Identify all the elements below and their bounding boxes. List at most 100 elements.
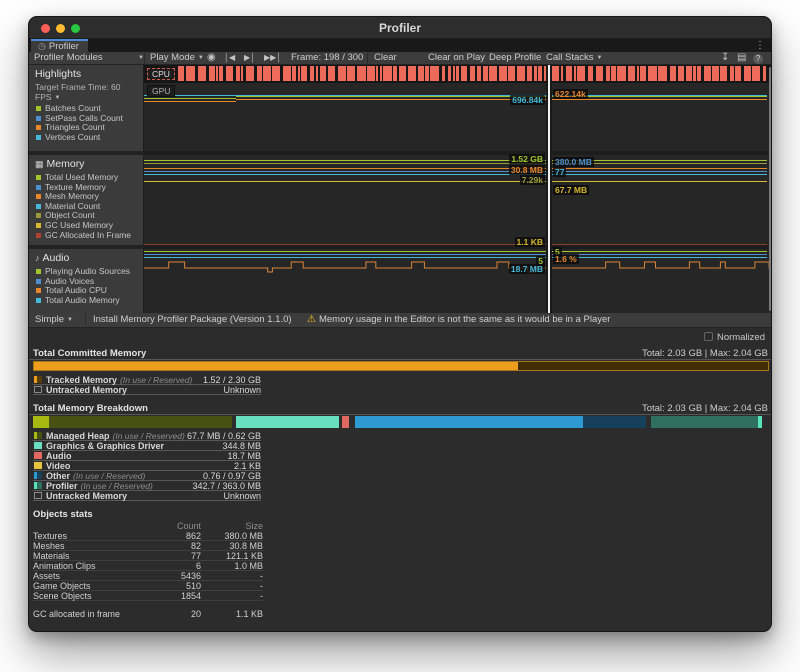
frame-bar[interactable] [453, 66, 455, 81]
frame-bar[interactable] [399, 66, 406, 81]
frame-bar[interactable] [596, 66, 603, 81]
committed-memory-bar[interactable] [33, 361, 769, 371]
record-button[interactable]: ◉ [207, 52, 216, 65]
frame-bar[interactable] [380, 66, 382, 81]
counter-legend-item[interactable]: GC Allocated In Frame [29, 231, 143, 241]
frame-bar[interactable] [376, 66, 378, 81]
frame-bar[interactable] [508, 66, 515, 81]
play-mode-dropdown[interactable]: Play Mode▼ [150, 52, 204, 65]
details-view-dropdown[interactable]: Simple▼ [35, 313, 73, 326]
profiler-modules-caret-icon[interactable]: ▼ [135, 52, 144, 65]
frame-bar[interactable] [310, 66, 314, 81]
frame-bar[interactable] [744, 66, 751, 81]
memory-legend-row[interactable]: Profiler(In use / Reserved)342.7 / 363.0… [33, 481, 261, 491]
deep-profile-toggle[interactable]: Deep Profile [489, 52, 541, 65]
memory-legend-row[interactable]: Managed Heap(In use / Reserved)67.7 MB /… [33, 431, 261, 441]
save-profile-icon[interactable]: ▤ [737, 52, 746, 65]
frame-bar[interactable] [640, 66, 646, 81]
target-frame-time-dropdown[interactable]: Target Frame Time: 60 FPS▼ [29, 81, 143, 104]
frame-bar[interactable] [577, 66, 585, 81]
frame-bar[interactable] [328, 66, 335, 81]
frame-bar[interactable] [489, 66, 497, 81]
frame-bar[interactable] [219, 66, 223, 81]
frame-bar[interactable] [442, 66, 445, 81]
frame-chart[interactable]: CPU GPU 696.84k622.14k1.52 GB380.0 MB30.… [144, 65, 772, 313]
counter-legend-item[interactable]: Total Audio Memory [29, 296, 143, 306]
frame-bar[interactable] [448, 66, 451, 81]
frame-bar[interactable] [538, 66, 542, 81]
frame-bar[interactable] [383, 66, 392, 81]
frame-bar[interactable] [430, 66, 439, 81]
chart-scrollbar[interactable] [769, 67, 772, 311]
frame-bar[interactable] [456, 66, 459, 81]
frame-bar[interactable] [198, 66, 206, 81]
tab-menu-icon[interactable]: ⋮ [755, 40, 765, 51]
next-frame-button[interactable]: ▶│ [244, 52, 255, 65]
cpu-track-label[interactable]: CPU [147, 68, 175, 80]
frame-bar[interactable] [658, 66, 667, 81]
frame-bar[interactable] [678, 66, 684, 81]
module-memory[interactable]: ▦MemoryTotal Used MemoryTexture MemoryMe… [29, 155, 144, 245]
frame-bar[interactable] [574, 66, 576, 81]
frame-bar[interactable] [704, 66, 711, 81]
module-audio[interactable]: ♪AudioPlaying Audio SourcesAudio VoicesT… [29, 249, 144, 313]
frame-bar[interactable] [611, 66, 616, 81]
memory-legend-row[interactable]: Untracked MemoryUnknown [33, 491, 261, 501]
frame-bar[interactable] [292, 66, 296, 81]
frame-bar[interactable] [617, 66, 626, 81]
frame-bar[interactable] [209, 66, 215, 81]
frame-bar[interactable] [730, 66, 734, 81]
frame-bar[interactable] [241, 66, 243, 81]
normalized-toggle[interactable]: Normalized [704, 332, 765, 343]
frame-bar[interactable] [686, 66, 692, 81]
counter-legend-item[interactable]: Vertices Count [29, 133, 143, 143]
frame-bar[interactable] [499, 66, 507, 81]
frame-bar[interactable] [752, 66, 760, 81]
memory-legend-row[interactable]: Audio18.7 MB [33, 451, 261, 461]
frame-bar[interactable] [697, 66, 701, 81]
toolbar-menu-icon[interactable]: ⋮ [770, 52, 772, 65]
call-stacks-dropdown[interactable]: Call Stacks▼ [546, 52, 602, 65]
memory-legend-row[interactable]: Graphics & Graphics Driver344.8 MB [33, 441, 261, 451]
frame-bar[interactable] [257, 66, 262, 81]
frame-bar[interactable] [236, 66, 240, 81]
frame-bar[interactable] [561, 66, 563, 81]
frame-bar[interactable] [367, 66, 375, 81]
memory-breakdown-bar[interactable] [33, 416, 769, 428]
playhead[interactable] [546, 65, 552, 313]
frame-bar[interactable] [735, 66, 741, 81]
memory-legend-row[interactable]: Untracked MemoryUnknown [33, 385, 261, 395]
frame-bar[interactable] [418, 66, 424, 81]
frame-bar[interactable] [534, 66, 537, 81]
frame-bar[interactable] [298, 66, 300, 81]
frame-bar[interactable] [517, 66, 525, 81]
frame-bar[interactable] [272, 66, 280, 81]
frame-bar[interactable] [316, 66, 318, 81]
frame-bar[interactable] [628, 66, 635, 81]
frame-bar[interactable] [263, 66, 271, 81]
frame-bar[interactable] [763, 66, 766, 81]
frame-bar[interactable] [637, 66, 639, 81]
memory-legend-row[interactable]: Other(In use / Reserved)0.76 / 0.97 GB [33, 471, 261, 481]
frame-bar[interactable] [338, 66, 346, 81]
frame-bar[interactable] [588, 66, 593, 81]
frame-bar[interactable] [693, 66, 696, 81]
frame-bar[interactable] [483, 66, 488, 81]
frame-bar[interactable] [301, 66, 307, 81]
load-profile-icon[interactable]: ↧ [721, 52, 729, 65]
frame-bar[interactable] [347, 66, 355, 81]
frame-bar[interactable] [712, 66, 719, 81]
frame-bar[interactable] [461, 66, 467, 81]
frame-bar[interactable] [320, 66, 326, 81]
profiler-modules-dropdown[interactable]: Profiler Modules [34, 52, 103, 65]
frame-bar[interactable] [477, 66, 481, 81]
frame-bar[interactable] [720, 66, 727, 81]
frame-bar[interactable] [408, 66, 416, 81]
gpu-track-label[interactable]: GPU [147, 85, 175, 97]
module-highlights[interactable]: HighlightsTarget Frame Time: 60 FPS▼Batc… [29, 65, 144, 151]
frame-bar[interactable] [551, 66, 559, 81]
last-frame-button[interactable]: ▶▶│ [264, 52, 281, 65]
clear-on-play-toggle[interactable]: Clear on Play [428, 52, 485, 65]
cpu-frame-bars[interactable] [144, 65, 772, 83]
frame-bar[interactable] [425, 66, 429, 81]
